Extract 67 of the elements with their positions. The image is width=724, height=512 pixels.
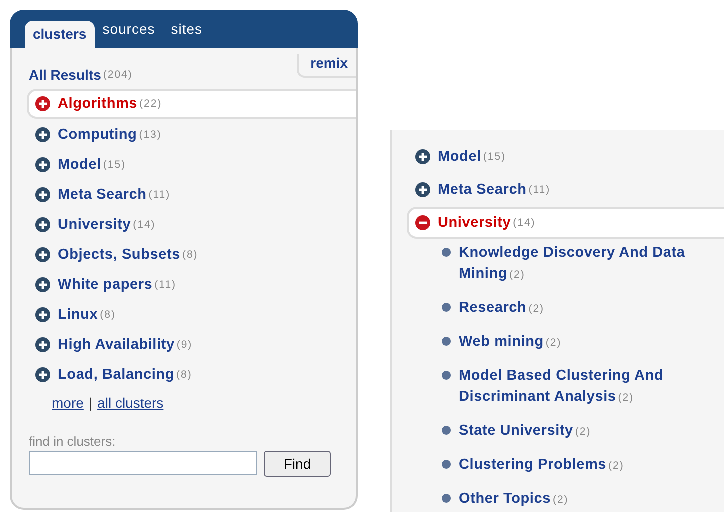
find-button[interactable]: Find (264, 451, 331, 477)
cluster-count: (14) (133, 218, 156, 230)
cluster-link[interactable]: Linux (58, 306, 98, 322)
cluster-link[interactable]: Research(2) (459, 298, 545, 320)
cluster-link[interactable]: Computing (58, 126, 138, 142)
cluster-link[interactable]: Meta Search (58, 186, 147, 202)
bullet-icon (442, 248, 451, 257)
bullet-icon (442, 371, 451, 380)
plus-icon[interactable] (35, 366, 51, 382)
cluster-link[interactable]: Other Topics(2) (459, 489, 569, 511)
bullet-icon (442, 460, 451, 469)
cluster-link[interactable]: High Availability (58, 336, 175, 352)
cluster-link[interactable]: Knowledge Discovery And Data Mining(2) (459, 243, 712, 286)
plus-icon[interactable] (35, 96, 51, 112)
tab[interactable]: sites (163, 21, 211, 48)
cluster-link[interactable]: Web mining(2) (459, 332, 562, 354)
cluster-count: (11) (528, 184, 551, 196)
plus-icon[interactable] (35, 156, 51, 172)
plus-icon[interactable] (35, 186, 51, 202)
tab[interactable]: sources (94, 21, 164, 48)
bullet-icon (442, 303, 451, 312)
separator: | (88, 395, 93, 411)
cluster-count: (11) (148, 188, 171, 200)
bullet-icon (442, 494, 451, 503)
more-link[interactable]: more (52, 395, 84, 411)
plus-icon[interactable] (35, 276, 51, 292)
search-field[interactable] (29, 451, 257, 475)
cluster-link[interactable]: White papers (58, 276, 153, 292)
plus-icon[interactable] (415, 182, 431, 198)
bullet-icon (442, 337, 451, 346)
result-count: (204) (103, 69, 133, 81)
plus-icon[interactable] (35, 216, 51, 232)
cluster-count: (22) (140, 98, 162, 110)
cluster-link[interactable]: Meta Search (438, 182, 527, 198)
cluster-link[interactable]: University (58, 216, 132, 232)
cluster-link[interactable]: Model Based Clustering And Discriminant Analysis(2) (459, 366, 712, 409)
tab[interactable]: clusters (25, 21, 95, 48)
remix-tab[interactable]: remix (296, 54, 356, 78)
plus-icon[interactable] (35, 126, 51, 142)
cluster-link[interactable]: University (438, 215, 512, 231)
minus-icon[interactable] (415, 215, 431, 231)
cluster-link[interactable]: Model (438, 148, 482, 164)
cluster-count: (8) (100, 308, 116, 320)
plus-icon[interactable] (35, 246, 51, 262)
cluster-link[interactable]: Objects, Subsets (58, 246, 180, 262)
cluster-link[interactable]: Load, Balancing (58, 366, 174, 382)
selected-row[interactable]: University(14) (407, 207, 724, 239)
plus-icon[interactable] (415, 148, 431, 164)
cluster-link[interactable]: Algorithms (58, 96, 138, 112)
all-clusters-link[interactable]: all clusters (98, 395, 164, 411)
find-label: find in clusters: (29, 434, 117, 449)
plus-icon[interactable] (35, 306, 51, 322)
cluster-count: (8) (176, 368, 192, 380)
cluster-link[interactable]: State University(2) (459, 421, 592, 443)
cluster-count: (14) (513, 217, 536, 229)
cluster-count: (9) (176, 338, 193, 350)
cluster-count: (8) (182, 248, 198, 260)
cluster-link[interactable]: Clustering Problems(2) (459, 455, 624, 477)
bullet-icon (442, 426, 451, 435)
cluster-count: (15) (483, 150, 506, 162)
plus-icon[interactable] (35, 336, 51, 352)
selected-row[interactable]: Algorithms(22) (27, 89, 356, 119)
cluster-link[interactable]: Model (58, 156, 102, 172)
cluster-count: (11) (154, 278, 177, 290)
cluster-count: (15) (103, 158, 126, 170)
cluster-count: (13) (139, 128, 162, 140)
all-results-link[interactable]: All Results (29, 67, 102, 83)
